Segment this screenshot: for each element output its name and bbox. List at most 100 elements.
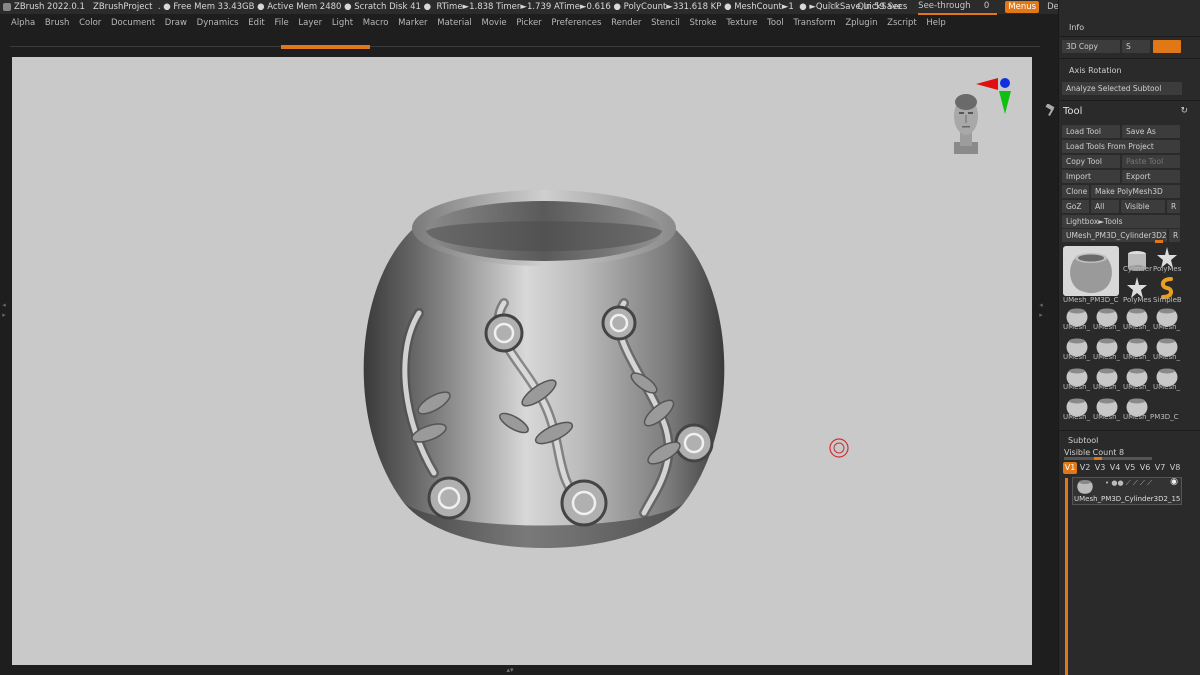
- menu-tool[interactable]: Tool: [767, 18, 784, 28]
- export-button[interactable]: Export: [1122, 170, 1180, 183]
- version-v2-button[interactable]: V2: [1078, 462, 1092, 474]
- analyze-subtool-button[interactable]: Analyze Selected Subtool: [1062, 82, 1182, 95]
- version-v5-button[interactable]: V5: [1123, 462, 1137, 474]
- menu-zplugin[interactable]: Zplugin: [845, 18, 877, 28]
- lightbox-tools-button[interactable]: Lightbox►Tools: [1062, 215, 1180, 228]
- info-label[interactable]: Info: [1069, 23, 1084, 32]
- menu-marker[interactable]: Marker: [398, 18, 427, 28]
- subtool-list-scrollbar[interactable]: [1065, 478, 1068, 675]
- refresh-icon[interactable]: ↻: [1180, 106, 1188, 116]
- current-tool-slider-fill: [1155, 240, 1163, 243]
- left-tray-handle[interactable]: ◂ ▸: [1, 300, 7, 350]
- visible-count-slider[interactable]: Visible Count 8: [1064, 448, 1124, 457]
- right-tool-panel: Info 3D Copy S Axis Rotation Analyze Sel…: [1045, 0, 1200, 675]
- subtool-thumbnail-icon: [1077, 480, 1093, 494]
- menu-movie[interactable]: Movie: [482, 18, 507, 28]
- menu-transform[interactable]: Transform: [793, 18, 835, 28]
- goz-visible-button[interactable]: Visible: [1121, 200, 1165, 213]
- eye-icon[interactable]: ◉: [1170, 477, 1178, 487]
- make-polymesh-button[interactable]: Make PolyMesh3D: [1091, 185, 1180, 198]
- goz-r-button[interactable]: R: [1167, 200, 1180, 213]
- menu-dynamics[interactable]: Dynamics: [197, 18, 239, 28]
- import-button[interactable]: Import: [1062, 170, 1120, 183]
- visible-count-thumb[interactable]: [1094, 457, 1102, 460]
- progress-strip: [10, 45, 1040, 49]
- menu-help[interactable]: Help: [926, 18, 945, 28]
- menu-bar: Alpha Brush Color Document Draw Dynamics…: [0, 14, 1040, 32]
- menu-brush[interactable]: Brush: [45, 18, 70, 28]
- version-v4-button[interactable]: V4: [1108, 462, 1122, 474]
- copy-s-button[interactable]: S: [1122, 40, 1150, 53]
- title-bar: ZBrush 2022.0.1 ZBrushProject . ● Free M…: [0, 0, 1200, 15]
- umesh-thumbnail-label: UMesh_: [1063, 413, 1091, 421]
- menu-macro[interactable]: Macro: [363, 18, 389, 28]
- right-tray-handle[interactable]: ◂ ▸: [1038, 300, 1044, 350]
- sculpted-vase-model[interactable]: [344, 183, 744, 568]
- thumb-label-polymesh-1: PolyMes: [1153, 265, 1182, 273]
- version-v1-button[interactable]: V1: [1063, 462, 1077, 474]
- version-v8-button[interactable]: V8: [1168, 462, 1182, 474]
- menu-light[interactable]: Light: [332, 18, 353, 28]
- copy-tool-button[interactable]: Copy Tool: [1062, 155, 1120, 168]
- menu-document[interactable]: Document: [111, 18, 155, 28]
- axis-gizmo-icon[interactable]: [968, 76, 1018, 122]
- menu-color[interactable]: Color: [79, 18, 101, 28]
- umesh-thumbnail-label: UMesh_: [1153, 383, 1181, 391]
- menu-layer[interactable]: Layer: [298, 18, 322, 28]
- current-tool-r-button[interactable]: R: [1169, 229, 1180, 242]
- umesh-thumbnail-label: UMesh_: [1093, 383, 1121, 391]
- polycount: PolyCount►331.618 KP: [623, 2, 722, 12]
- save-as-button[interactable]: Save As: [1122, 125, 1180, 138]
- load-tools-from-project-button[interactable]: Load Tools From Project: [1062, 140, 1180, 153]
- menu-alpha[interactable]: Alpha: [11, 18, 35, 28]
- version-v7-button[interactable]: V7: [1153, 462, 1167, 474]
- menu-stencil[interactable]: Stencil: [651, 18, 680, 28]
- current-tool-thumbnail[interactable]: [1063, 246, 1119, 296]
- menu-stroke[interactable]: Stroke: [690, 18, 717, 28]
- umesh-thumbnail-label: UMesh_: [1153, 323, 1181, 331]
- menu-draw[interactable]: Draw: [165, 18, 187, 28]
- umesh-thumbnail-label: UMesh_PM3D_C: [1123, 413, 1179, 421]
- umesh-thumbnail-label: UMesh_: [1063, 323, 1091, 331]
- bottom-tray-handle[interactable]: ▴▾: [480, 667, 540, 674]
- menu-material[interactable]: Material: [437, 18, 472, 28]
- see-through-value: 0: [983, 0, 990, 11]
- menu-texture[interactable]: Texture: [726, 18, 757, 28]
- visible-count-track: [1064, 457, 1152, 460]
- clone-button[interactable]: Clone: [1062, 185, 1089, 198]
- ac-toggle[interactable]: AC: [828, 0, 840, 14]
- current-tool-slider[interactable]: UMesh_PM3D_Cylinder3D2_1: [1062, 229, 1167, 242]
- timers: RTime►1.838 Timer►1.739 ATime►0.616: [436, 2, 611, 12]
- paste-tool-button[interactable]: Paste Tool: [1122, 155, 1180, 168]
- tool-panel-title[interactable]: Tool: [1063, 106, 1082, 117]
- menu-picker[interactable]: Picker: [516, 18, 541, 28]
- project-name: ZBrushProject: [93, 2, 153, 12]
- meshcount: MeshCount►1: [734, 2, 794, 12]
- menu-zscript[interactable]: Zscript: [887, 18, 917, 28]
- umesh-thumbnail-label: UMesh_: [1093, 353, 1121, 361]
- load-tool-button[interactable]: Load Tool: [1062, 125, 1120, 138]
- copy-value-input[interactable]: [1153, 40, 1181, 53]
- copy-3d-button[interactable]: 3D Copy: [1062, 40, 1120, 53]
- umesh-thumbnail-label: UMesh_: [1123, 353, 1151, 361]
- quicksave-button[interactable]: QuickSave: [857, 0, 902, 14]
- goz-all-button[interactable]: All: [1091, 200, 1119, 213]
- menu-file[interactable]: File: [274, 18, 288, 28]
- version-v6-button[interactable]: V6: [1138, 462, 1152, 474]
- free-mem: Free Mem 33.43GB: [173, 2, 255, 12]
- scratch-disk: Scratch Disk 41: [354, 2, 421, 12]
- menu-edit[interactable]: Edit: [248, 18, 264, 28]
- menus-button[interactable]: Menus: [1005, 1, 1040, 13]
- thumb-label-polymesh-2: PolyMes: [1123, 296, 1152, 304]
- menu-render[interactable]: Render: [611, 18, 641, 28]
- umesh-thumbnail-label: UMesh_: [1123, 323, 1151, 331]
- subtool-title[interactable]: Subtool: [1068, 436, 1098, 445]
- subtool-toggle-dots[interactable]: • ●● ⟋ ⟋ ⟋ ⟋: [1105, 479, 1152, 488]
- axis-rotation-label[interactable]: Axis Rotation: [1069, 66, 1122, 75]
- menu-preferences[interactable]: Preferences: [551, 18, 601, 28]
- progress-indicator: [281, 45, 370, 49]
- hammer-icon: [1045, 104, 1055, 116]
- version-v3-button[interactable]: V3: [1093, 462, 1107, 474]
- goz-button[interactable]: GoZ: [1062, 200, 1089, 213]
- subtool-item[interactable]: • ●● ⟋ ⟋ ⟋ ⟋ ◉ UMesh_PM3D_Cylinder3D2_15: [1072, 477, 1182, 505]
